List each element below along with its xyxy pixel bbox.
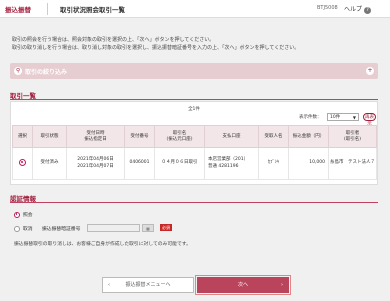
auth-section-rule [10,202,378,203]
filter-label: 取引の絞り込み [25,69,68,76]
table-header-row: 選択 取引状態 受付日時 振込指定日 受付番号 取引名 (振込元口座) 支払口座 受… [12,125,377,148]
table-row[interactable]: 受付済み 2021年04月06日 2021年04月07日 0406001 ０４月０… [12,147,377,180]
col-receipt-no: 受付番号 [124,125,155,148]
row-trade-name: ０４月０６日取引 [154,147,205,180]
pin-label: 振込振替暗証番号 [42,227,81,232]
row-account-no: 普通 4281196 [208,163,239,169]
pin-input[interactable] [87,224,140,232]
col-dates: 受付日時 振込指定日 [66,125,125,148]
chevron-right-icon: › [281,282,283,288]
col-select: 選択 [12,125,33,148]
required-badge: 必須 [160,224,172,231]
page-title: 取引状況照会取引一覧 [60,6,125,14]
col-trader: 取引者 (取引名) [328,125,377,148]
row-transfer-date: 2021年04月07日 [77,163,114,169]
row-status: 受付済み [32,147,67,180]
option-inquiry-label: 照会 [23,213,33,218]
chevron-down-icon: ▼ [352,115,356,120]
col-account: 支払口座 [204,125,259,148]
breadcrumb[interactable]: 振込振替 [5,4,31,14]
radio-on-icon [14,211,20,218]
result-count: 全1件 [188,107,200,112]
col-trade-name: 取引名 (振込元口座) [154,125,205,148]
search-icon: ⚲ [14,67,22,75]
screen-code: BTJ5008 [317,5,338,11]
page-header: 振込振替 取引状況照会取引一覧 BTJ5008 ヘルプ? [0,0,390,18]
help-icon: ? [364,7,372,14]
software-keyboard-button[interactable]: ▦ [142,224,154,232]
transaction-table: 選択 取引状態 受付日時 振込指定日 受付番号 取引名 (振込元口座) 支払口座 受… [12,125,377,180]
row-trader: 糸島市 テスト法人７ [328,147,377,180]
option-inquiry[interactable]: 照会 [14,211,33,218]
col-payee: 受取人名 [258,125,289,148]
filter-toggle-bar[interactable]: ⚲ 取引の絞り込み + [10,63,378,79]
next-button[interactable]: 次へ › [195,275,291,295]
row-payee: ｶﾌﾞｼｷ [258,147,289,180]
chevron-left-icon: ‹ [108,282,110,288]
row-account: 本店営業部（201） 普通 4281196 [204,147,259,180]
option-cancel[interactable]: 取消 [14,225,33,232]
button-bar: ‹ 振込振替メニューへ 次へ › [0,273,390,301]
per-page-value: 10件 [330,115,341,120]
help-label: ヘルプ [344,6,363,13]
per-page-label: 表示件数： [299,115,322,120]
radio-off-icon [14,225,20,232]
cancel-note: 振込振替取引の取り消しは、お客様ご自身が作成した取引に対してのみ可能です。 [14,242,191,247]
row-select-radio[interactable] [12,147,33,180]
radio-selected-icon [19,159,26,167]
col-amount: 振込金額（円） [288,125,329,148]
back-to-menu-button[interactable]: ‹ 振込振替メニューへ [102,277,194,293]
col-status: 取引状態 [32,125,67,148]
back-label: 振込振替メニューへ [125,282,171,288]
row-receipt-no: 0406001 [124,147,155,180]
expand-plus-icon: + [366,67,374,75]
header-divider [47,3,48,15]
next-label: 次へ [237,282,248,288]
row-dates: 2021年04月06日 2021年04月07日 [66,147,125,180]
redisplay-button[interactable]: 再表示 [363,113,376,127]
per-page-select[interactable]: 10件 ▼ [327,113,359,121]
help-link[interactable]: ヘルプ? [344,4,372,14]
option-cancel-label: 取消 [23,227,33,232]
list-section-rule [10,99,378,100]
intro-line-1: 取引の照会を行う場合は、照会対象の取引を選択の上、「次へ」ボタンを押してください… [12,37,215,43]
row-amount: 10,000 [288,147,329,180]
transaction-list-panel: 全1件 表示件数： 10件 ▼ 再表示 選択 取引状態 受付日時 振込指定日 受付番… [10,101,378,185]
intro-line-2: 取引の取り消しを行う場合は、取り消し対象の取引を選択し、振込振替暗証番号を入力の… [12,45,300,51]
